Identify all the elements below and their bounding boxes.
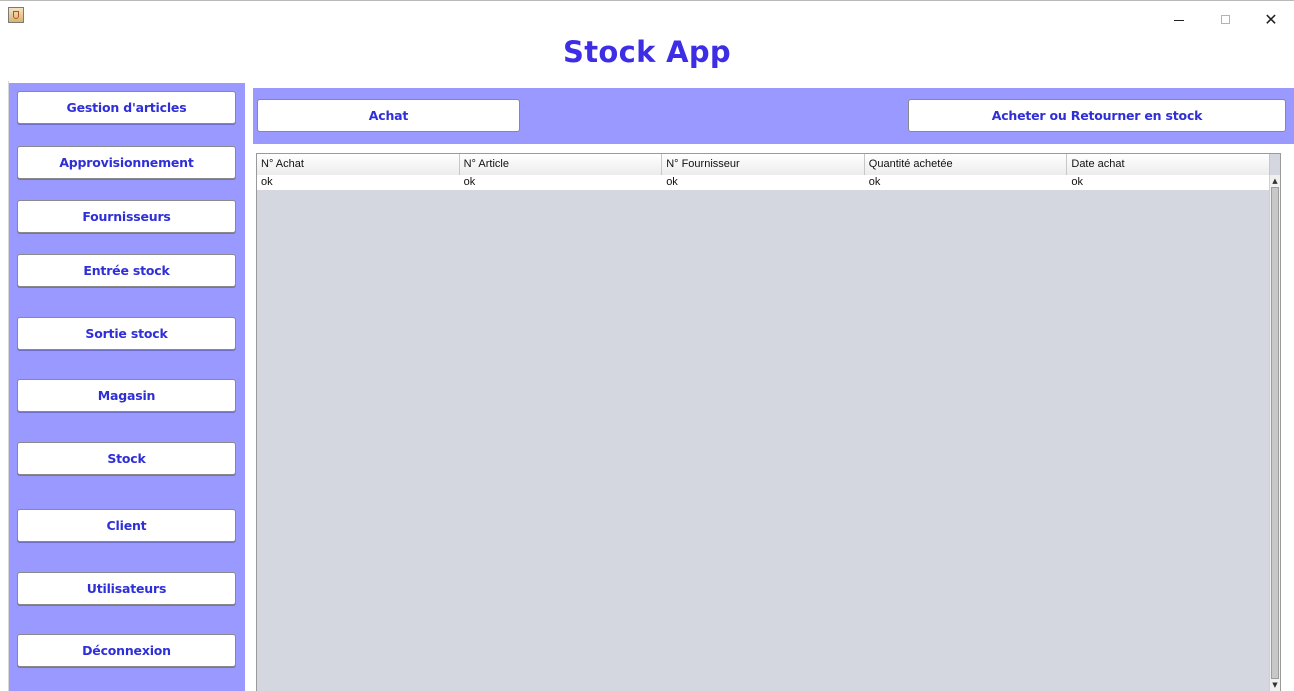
buy-or-return-stock-button[interactable]: Acheter ou Retourner en stock — [908, 99, 1286, 132]
app-title: Stock App — [563, 35, 731, 69]
achat-button[interactable]: Achat — [257, 99, 520, 132]
sidebar-item-fournisseurs[interactable]: Fournisseurs — [17, 200, 236, 233]
sidebar-item-entree-stock[interactable]: Entrée stock — [17, 254, 236, 287]
maximize-icon[interactable] — [1202, 5, 1248, 33]
sidebar-item-sortie-stock[interactable]: Sortie stock — [17, 317, 236, 350]
column-header-quantite-achetee[interactable]: Quantité achetée — [865, 154, 1068, 175]
scroll-down-icon[interactable]: ▼ — [1271, 680, 1279, 690]
table-cell[interactable]: ok — [460, 175, 663, 190]
window-left-border — [0, 81, 9, 691]
column-header-date-achat[interactable]: Date achat — [1067, 154, 1270, 175]
table-row[interactable]: ok ok ok ok ok — [257, 175, 1270, 190]
sidebar-item-deconnexion[interactable]: Déconnexion — [17, 634, 236, 667]
table-cell[interactable]: ok — [662, 175, 865, 190]
table-cell[interactable]: ok — [1067, 175, 1270, 190]
sidebar-item-stock[interactable]: Stock — [17, 442, 236, 475]
sidebar-item-magasin[interactable]: Magasin — [17, 379, 236, 412]
sidebar-item-client[interactable]: Client — [17, 509, 236, 542]
scrollbar-thumb[interactable] — [1271, 187, 1279, 679]
purchases-table: N° Achat N° Article N° Fournisseur Quant… — [256, 153, 1281, 691]
sidebar: Gestion d'articles Approvisionnement Fou… — [9, 83, 245, 691]
table-cell[interactable]: ok — [865, 175, 1068, 190]
window-controls: ✕ — [1156, 5, 1294, 33]
table-cell[interactable]: ok — [257, 175, 460, 190]
column-header-n-fournisseur[interactable]: N° Fournisseur — [662, 154, 865, 175]
column-header-n-achat[interactable]: N° Achat — [257, 154, 460, 175]
app-window: ✕ Stock App Gestion d'articles Approvisi… — [0, 0, 1294, 691]
scroll-up-icon[interactable]: ▲ — [1271, 176, 1279, 186]
java-cup-icon[interactable] — [8, 7, 24, 23]
column-header-n-article[interactable]: N° Article — [460, 154, 663, 175]
table-header: N° Achat N° Article N° Fournisseur Quant… — [257, 154, 1270, 176]
minimize-icon[interactable] — [1156, 5, 1202, 33]
sidebar-item-approvisionnement[interactable]: Approvisionnement — [17, 146, 236, 179]
close-icon[interactable]: ✕ — [1248, 5, 1294, 33]
sidebar-item-utilisateurs[interactable]: Utilisateurs — [17, 572, 236, 605]
vertical-scrollbar[interactable]: ▲ ▼ — [1269, 175, 1280, 691]
sidebar-item-gestion-articles[interactable]: Gestion d'articles — [17, 91, 236, 124]
action-toolbar: Achat Acheter ou Retourner en stock — [253, 88, 1294, 144]
